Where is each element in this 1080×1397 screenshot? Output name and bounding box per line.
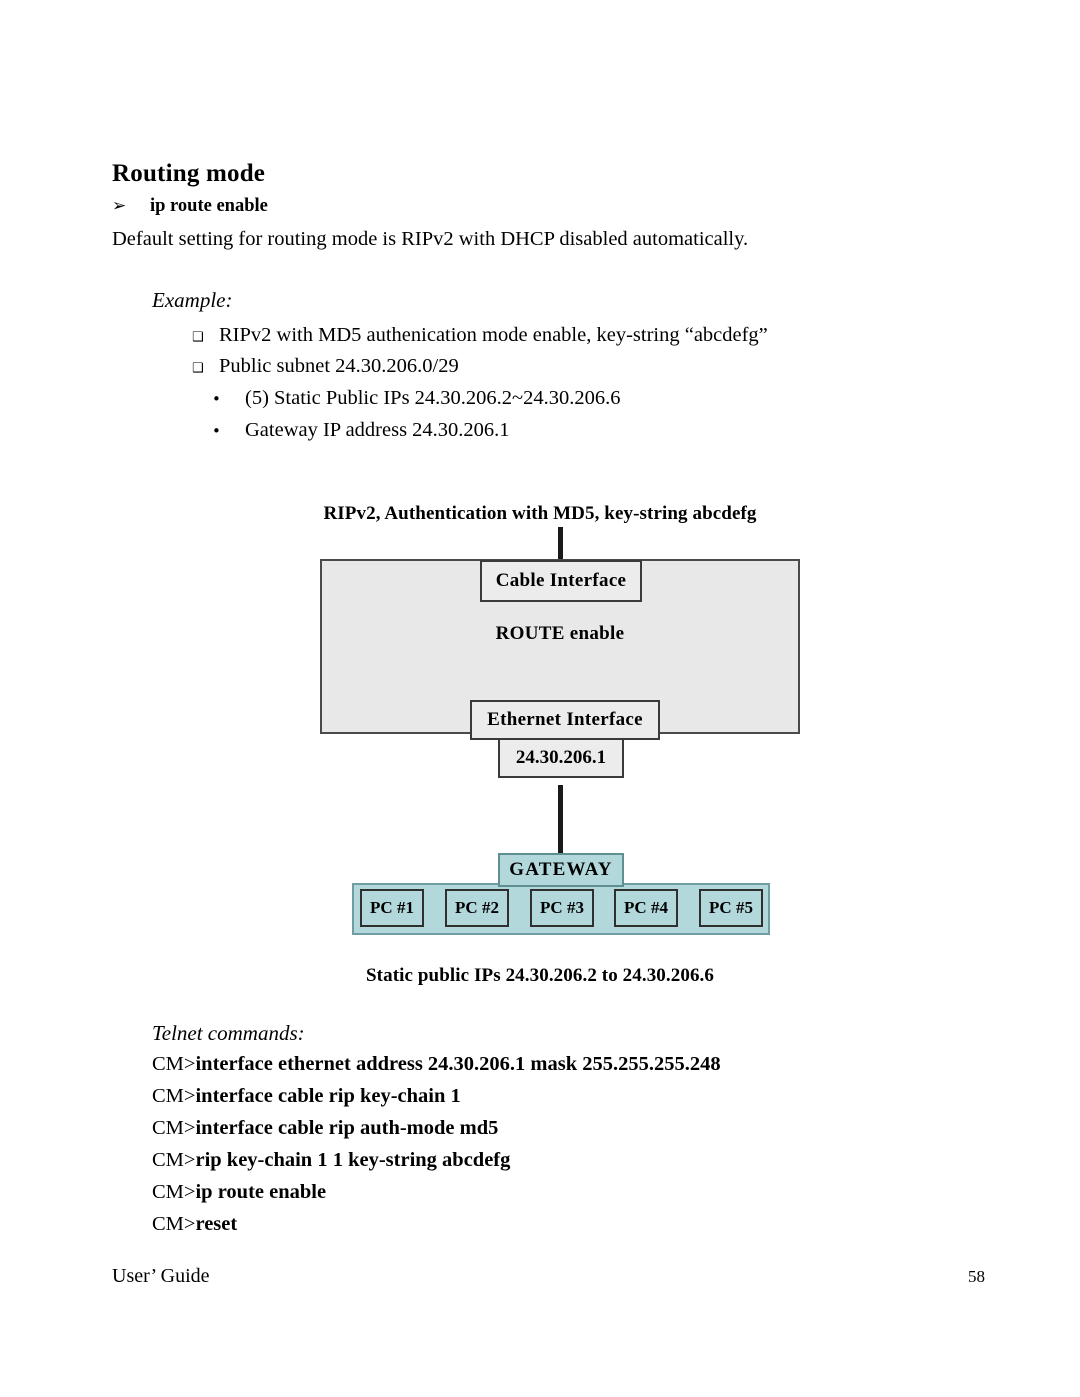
round-bullet-icon: • — [212, 422, 221, 440]
connector-line-cable — [558, 527, 563, 560]
telnet-command-text: rip key-chain 1 1 key-string abcdefg — [195, 1149, 511, 1171]
round-bullet-icon: • — [212, 390, 221, 408]
square-bullet-icon: ❑ — [192, 330, 204, 345]
arrow-bullet-icon: ➢ — [112, 196, 127, 216]
pc-box-2: PC #2 — [445, 889, 509, 927]
pc-box-4: PC #4 — [614, 889, 678, 927]
telnet-prompt: CM> — [152, 1149, 196, 1171]
telnet-command-line: CM>interface cable rip auth-mode md5 — [152, 1117, 498, 1140]
telnet-prompt: CM> — [152, 1213, 196, 1235]
square-bullet-icon: ❑ — [192, 361, 204, 376]
telnet-command-text: interface ethernet address 24.30.206.1 m… — [195, 1053, 721, 1075]
route-mode-label: ROUTE enable — [495, 623, 625, 644]
list-item: • (5) Static Public IPs 24.30.206.2~24.3… — [212, 387, 621, 410]
document-page: Routing mode ➢ ip route enable Default s… — [0, 0, 1080, 1397]
arrow-bullet-row: ➢ ip route enable — [112, 196, 268, 217]
telnet-commands-label: Telnet commands: — [152, 1021, 305, 1045]
intro-paragraph: Default setting for routing mode is RIPv… — [112, 228, 749, 250]
cable-interface-box: Cable Interface — [480, 560, 642, 602]
telnet-command-line: CM>rip key-chain 1 1 key-string abcdefg — [152, 1149, 510, 1172]
diagram-bottom-caption: Static public IPs 24.30.206.2 to 24.30.2… — [366, 965, 714, 986]
page-title: Routing mode — [112, 160, 266, 187]
telnet-command-line: CM>ip route enable — [152, 1181, 326, 1204]
list-item: ❑ Public subnet 24.30.206.0/29 — [192, 355, 459, 378]
telnet-prompt: CM> — [152, 1053, 196, 1075]
example-label: Example: — [152, 288, 233, 312]
arrow-bullet-label: ip route enable — [150, 196, 268, 216]
pc-box-3: PC #3 — [530, 889, 594, 927]
list-item-label: (5) Static Public IPs 24.30.206.2~24.30.… — [245, 387, 621, 409]
telnet-command-text: interface cable rip auth-mode md5 — [195, 1117, 499, 1139]
network-diagram: RIPv2, Authentication with MD5, key-stri… — [0, 495, 1080, 1005]
telnet-prompt: CM> — [152, 1181, 196, 1203]
telnet-command-text: reset — [195, 1213, 238, 1235]
footer-page-number: 58 — [968, 1267, 985, 1286]
ethernet-ip-box: 24.30.206.1 — [498, 738, 624, 778]
gateway-box: GATEWAY — [498, 853, 624, 887]
telnet-command-text: interface cable rip key-chain 1 — [195, 1085, 461, 1107]
list-item: ❑ RIPv2 with MD5 authenication mode enab… — [192, 324, 768, 347]
telnet-prompt: CM> — [152, 1117, 196, 1139]
ethernet-interface-box: Ethernet Interface — [470, 700, 660, 740]
pc-box-1: PC #1 — [360, 889, 424, 927]
list-item-label: Public subnet 24.30.206.0/29 — [219, 355, 459, 377]
pc-box-5: PC #5 — [699, 889, 763, 927]
connector-line-gateway — [558, 785, 563, 857]
list-item-label: Gateway IP address 24.30.206.1 — [245, 419, 510, 441]
telnet-command-line: CM>interface ethernet address 24.30.206.… — [152, 1053, 721, 1076]
list-item-label: RIPv2 with MD5 authenication mode enable… — [219, 324, 768, 346]
telnet-command-line: CM>interface cable rip key-chain 1 — [152, 1085, 461, 1108]
telnet-command-text: ip route enable — [195, 1181, 327, 1203]
diagram-top-caption: RIPv2, Authentication with MD5, key-stri… — [323, 503, 757, 524]
list-item: • Gateway IP address 24.30.206.1 — [212, 419, 510, 442]
telnet-prompt: CM> — [152, 1085, 196, 1107]
footer-text: User’ Guide — [112, 1265, 210, 1287]
telnet-command-line: CM>reset — [152, 1213, 237, 1236]
